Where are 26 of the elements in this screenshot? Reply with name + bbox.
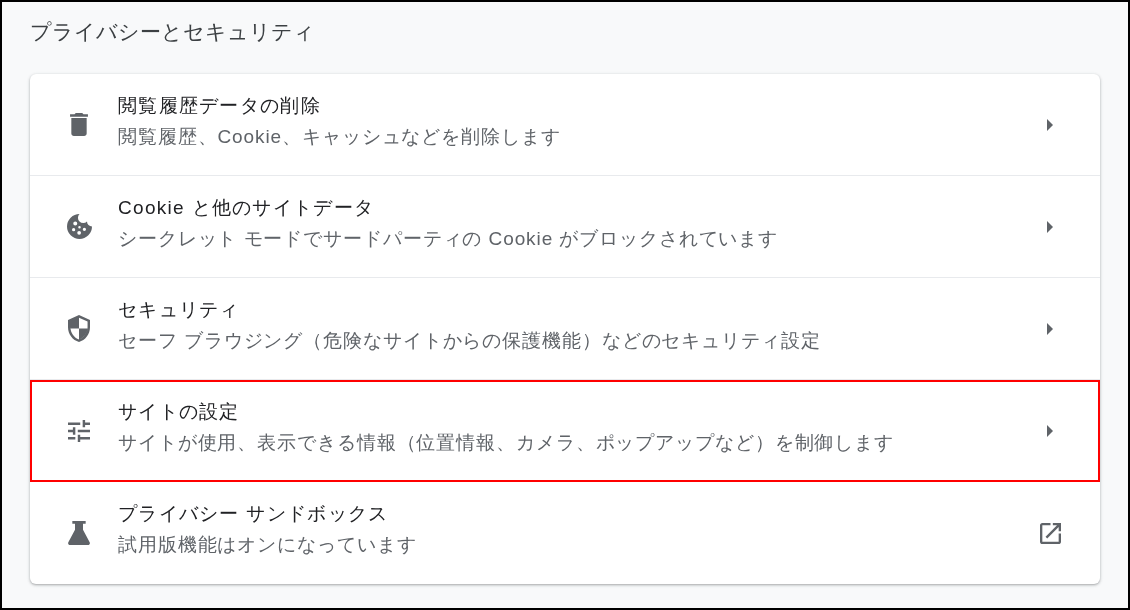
row-description: セーフ ブラウジング（危険なサイトからの保護機能）などのセキュリティ設定 [118,328,821,353]
settings-row[interactable]: プライバシー サンドボックス 試用版機能はオンになっています [30,482,1100,584]
row-title: サイトの設定 [118,399,240,424]
row-title: プライバシー サンドボックス [118,502,389,526]
row-description: シークレット モードでサードパーティの Cookie がブロックされています [118,226,779,251]
row-title: 閲覧履歴データの削除 [118,93,321,118]
sliders-icon [68,419,90,442]
settings-row[interactable]: サイトの設定 サイトが使用、表示できる情報（位置情報、カメラ、ポップアップなど）を制御します [30,380,1100,482]
external-link-icon[interactable] [1039,522,1061,544]
flask-icon [68,521,90,545]
page-title: プライバシーとセキュリティ [30,19,315,45]
chevron-right-icon [1047,424,1053,437]
trash-icon [70,113,88,136]
row-description: サイトが使用、表示できる情報（位置情報、カメラ、ポップアップなど）を制御します [118,430,895,455]
row-title: Cookie と他のサイトデータ [118,195,375,220]
chevron-right-icon [1047,220,1053,233]
chevron-right-icon [1047,322,1053,335]
settings-row[interactable]: Cookie と他のサイトデータ シークレット モードでサードパーティの Cookie がブロックされています [30,176,1100,278]
shield-icon [68,315,90,342]
chevron-right-icon [1047,118,1053,131]
row-description: 試用版機能はオンになっています [118,533,417,557]
settings-row[interactable]: セキュリティ セーフ ブラウジング（危険なサイトからの保護機能）などのセキュリティ設定 [30,278,1100,380]
row-title: セキュリティ [118,297,240,322]
row-description: 閲覧履歴、Cookie、キャッシュなどを削除します [118,124,561,149]
cookie-icon [66,214,92,239]
settings-row[interactable]: 閲覧履歴データの削除 閲覧履歴、Cookie、キャッシュなどを削除します [30,74,1100,176]
